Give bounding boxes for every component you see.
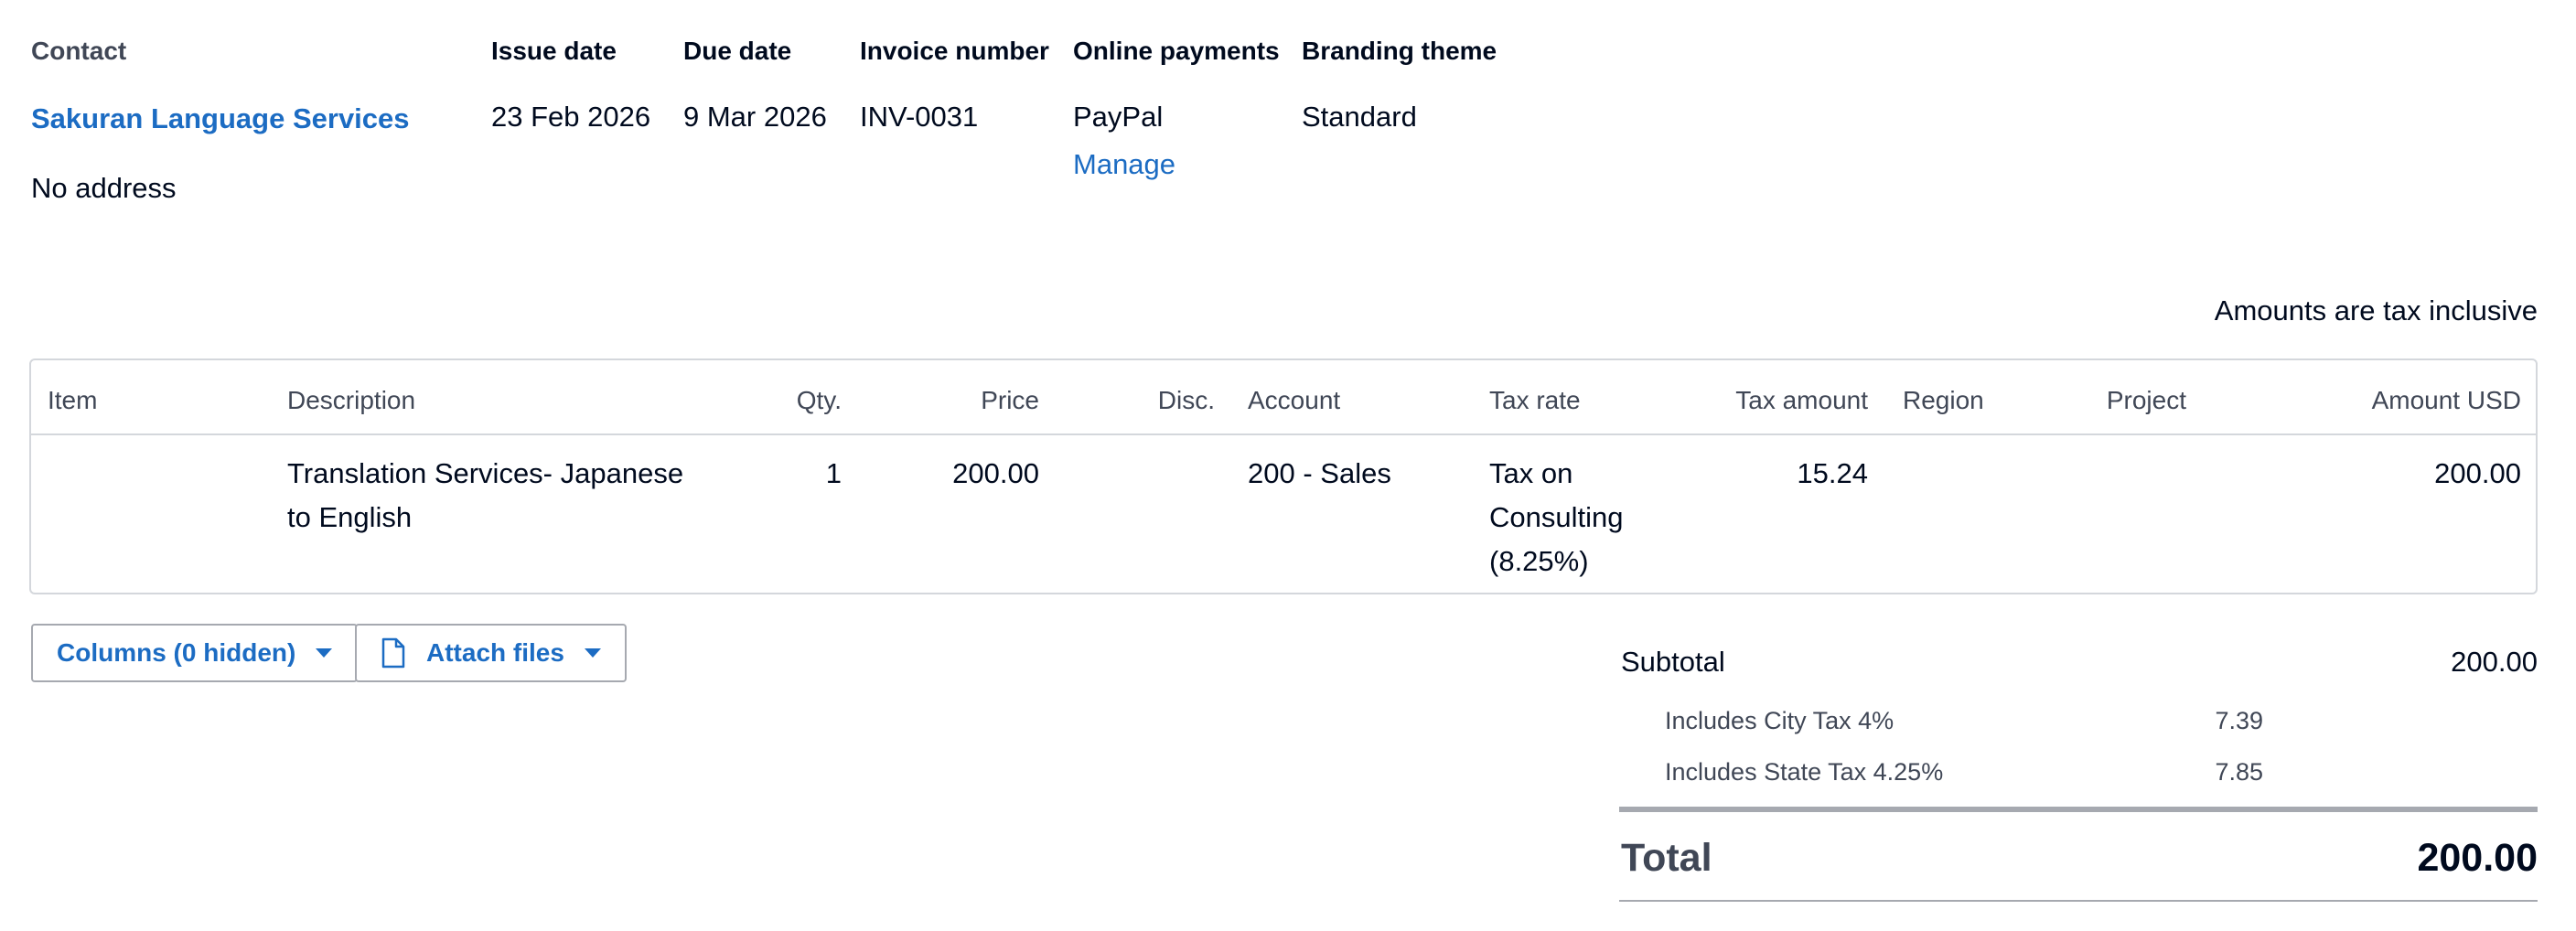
col-header-description: Description: [287, 386, 416, 414]
state-tax-label: Includes State Tax 4.25%: [1665, 758, 1944, 786]
branding-theme-section: Branding theme Standard: [1302, 33, 1497, 137]
total-bottom-divider: [1619, 900, 2538, 902]
subtotal-label: Subtotal: [1621, 646, 1725, 678]
cell-tax-rate[interactable]: Tax on Consulting (8.25%): [1489, 452, 1645, 583]
line-items-table: Item Description Qty. Price Disc. Accoun…: [29, 358, 2538, 594]
contact-section: Contact Sakuran Language Services No add…: [31, 33, 410, 209]
issue-date-section: Issue date 23 Feb 2026: [491, 33, 650, 137]
invoice-number-value[interactable]: INV-0031: [860, 97, 1049, 137]
col-header-price: Price: [981, 386, 1039, 414]
online-payments-label: Online payments: [1073, 37, 1280, 65]
issue-date-value[interactable]: 23 Feb 2026: [491, 97, 650, 137]
tax-mode-selector[interactable]: Amounts are tax inclusive: [2215, 291, 2538, 331]
contact-name-link[interactable]: Sakuran Language Services: [31, 99, 410, 139]
branding-theme-value[interactable]: Standard: [1302, 97, 1497, 137]
cell-price[interactable]: 200.00: [952, 452, 1039, 496]
manage-payments-link[interactable]: Manage: [1073, 144, 1280, 185]
col-header-qty: Qty.: [796, 386, 842, 414]
cell-account[interactable]: 200 - Sales: [1248, 452, 1391, 496]
columns-button[interactable]: Columns (0 hidden): [31, 624, 359, 682]
col-header-item: Item: [48, 386, 98, 414]
state-tax-value: 7.85: [2215, 758, 2263, 786]
cell-amount[interactable]: 200.00: [2434, 452, 2521, 496]
col-header-amount: Amount USD: [2371, 386, 2521, 414]
online-payments-section: Online payments PayPal Manage: [1073, 33, 1280, 185]
online-payments-value: PayPal: [1073, 101, 1164, 133]
caret-down-icon: [316, 648, 333, 658]
col-header-project: Project: [2106, 386, 2186, 414]
file-icon: [381, 637, 405, 669]
cell-description[interactable]: Translation Services- Japanese to Englis…: [287, 452, 690, 540]
due-date-label: Due date: [683, 37, 792, 65]
columns-button-label: Columns (0 hidden): [57, 638, 296, 667]
attach-files-button[interactable]: Attach files: [355, 624, 627, 682]
cell-tax-amount[interactable]: 15.24: [1797, 452, 1868, 496]
col-header-tax-rate: Tax rate: [1489, 386, 1581, 414]
col-header-tax-amount: Tax amount: [1735, 386, 1868, 414]
caret-down-icon: [584, 648, 601, 658]
col-header-region: Region: [1903, 386, 1984, 414]
col-header-account: Account: [1248, 386, 1341, 414]
attach-files-label: Attach files: [426, 638, 564, 667]
invoice-number-section: Invoice number INV-0031: [860, 33, 1049, 137]
cell-qty[interactable]: 1: [826, 452, 842, 496]
total-value: 200.00: [2417, 836, 2538, 880]
issue-date-label: Issue date: [491, 37, 617, 65]
col-header-disc: Disc.: [1157, 386, 1215, 414]
due-date-section: Due date 9 Mar 2026: [683, 33, 827, 137]
table-header-row: Item Description Qty. Price Disc. Accoun…: [31, 360, 2536, 435]
contact-address: No address: [31, 172, 177, 204]
invoice-page: Contact Sakuran Language Services No add…: [0, 0, 2576, 931]
totals-divider: [1619, 807, 2538, 812]
city-tax-value: 7.39: [2215, 707, 2263, 734]
due-date-value[interactable]: 9 Mar 2026: [683, 97, 827, 137]
invoice-number-label: Invoice number: [860, 37, 1049, 65]
branding-theme-label: Branding theme: [1302, 37, 1497, 65]
city-tax-label: Includes City Tax 4%: [1665, 707, 1894, 734]
total-label: Total: [1621, 836, 1712, 880]
contact-label: Contact: [31, 37, 127, 65]
subtotal-value: 200.00: [2451, 646, 2538, 678]
